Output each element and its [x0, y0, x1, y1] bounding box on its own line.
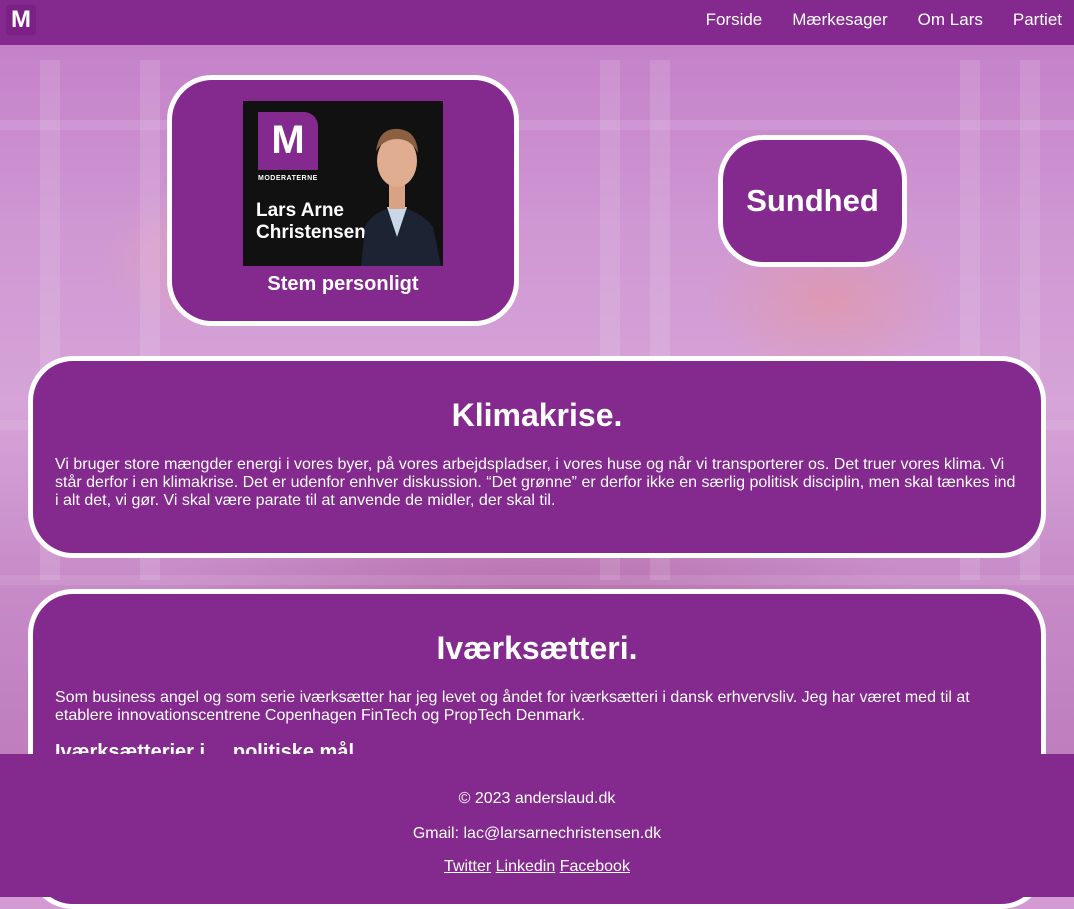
footer-social-links: Twitter Linkedin Facebook [0, 858, 1074, 876]
nav-link-maerkesager[interactable]: Mærkesager [792, 10, 887, 30]
topic-button-sundhed[interactable]: Sundhed [718, 135, 907, 267]
footer-copyright: © 2023 anderslaud.dk [458, 790, 616, 807]
section-klimakrise: Klimakrise. Vi bruger store mængder ener… [28, 356, 1046, 558]
vote-cta: Stem personligt [267, 273, 419, 295]
candidate-portrait [361, 128, 441, 266]
nav-link-partiet[interactable]: Partiet [1013, 10, 1062, 30]
twitter-link[interactable]: Twitter [444, 858, 491, 875]
section-title: Iværksætteri. [436, 630, 638, 666]
section-title: Klimakrise. [451, 397, 623, 433]
party-name: MODERATERNE [258, 175, 318, 182]
candidate-card: M MODERATERNE Lars Arne Christensen Stem… [167, 75, 519, 326]
facebook-link[interactable]: Facebook [560, 858, 630, 875]
linkedin-link[interactable]: Linkedin [496, 858, 556, 875]
footer-email: Gmail: lac@larsarnechristensen.dk [412, 825, 662, 842]
navbar: M Forside Mærkesager Om Lars Partiet [0, 0, 1074, 45]
candidate-poster: M MODERATERNE Lars Arne Christensen [243, 101, 443, 266]
footer: © 2023 anderslaud.dk Gmail: lac@larsarne… [0, 754, 1074, 897]
section-body: Vi bruger store mængder energi i vores b… [55, 456, 1016, 509]
section-body: Som business angel og som serie iværksæt… [55, 689, 970, 724]
nav-links: Forside Mærkesager Om Lars Partiet [706, 0, 1062, 40]
party-logo: M [258, 112, 318, 170]
nav-link-om-lars[interactable]: Om Lars [918, 10, 983, 30]
site-logo[interactable]: M [6, 5, 36, 35]
nav-link-forside[interactable]: Forside [706, 10, 763, 30]
